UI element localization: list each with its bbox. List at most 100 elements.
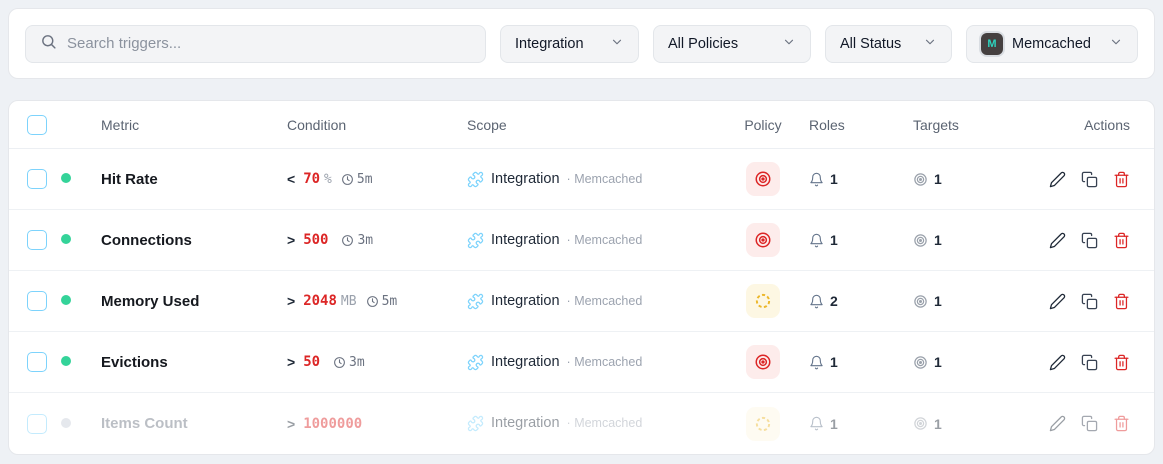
condition-operator: >	[287, 354, 296, 370]
scope: Integration · Memcached	[467, 354, 721, 371]
dropdown-memcached[interactable]: M Memcached	[966, 24, 1138, 63]
duplicate-button[interactable]	[1081, 232, 1098, 249]
dropdown-all-policies-label: All Policies	[668, 35, 739, 52]
delete-button[interactable]	[1113, 415, 1130, 432]
condition-value: 70	[303, 171, 321, 187]
condition-value: 500	[303, 232, 329, 248]
policy-badge[interactable]	[746, 223, 780, 257]
dashed-circle-icon	[755, 416, 771, 431]
row-checkbox[interactable]	[27, 169, 47, 189]
memcached-logo-icon: M	[981, 32, 1004, 55]
condition-value: 50	[303, 354, 321, 370]
dropdown-all-policies[interactable]: All Policies	[653, 24, 812, 63]
clock-icon	[341, 234, 354, 247]
bell-icon	[809, 172, 824, 187]
delete-button[interactable]	[1113, 354, 1130, 371]
copy-icon	[1081, 171, 1098, 191]
targets: 1	[887, 232, 999, 248]
scope-sub: · Memcached	[566, 416, 643, 430]
condition-value: 1000000	[303, 415, 363, 432]
target-disc-icon	[755, 171, 771, 187]
edit-button[interactable]	[1049, 232, 1066, 249]
table-row: Connections > 500 3m Integration · Memca…	[9, 210, 1154, 271]
select-all-checkbox[interactable]	[27, 114, 47, 135]
column-header-condition: Condition	[287, 116, 347, 133]
dropdown-all-status[interactable]: All Status	[825, 24, 953, 63]
scope-type: Integration	[491, 353, 560, 370]
condition-unit: MB	[340, 293, 357, 309]
edit-button[interactable]	[1049, 415, 1066, 432]
scope-sub: · Memcached	[566, 232, 643, 247]
trash-icon	[1113, 354, 1130, 374]
edit-button[interactable]	[1049, 354, 1066, 371]
delete-button[interactable]	[1113, 171, 1130, 188]
targets: 1	[887, 293, 999, 309]
scope-type: Integration	[491, 415, 560, 431]
condition-operator: >	[287, 415, 296, 432]
targets: 1	[887, 354, 999, 370]
delete-button[interactable]	[1113, 293, 1130, 310]
row-checkbox[interactable]	[27, 413, 47, 434]
policy-badge[interactable]	[746, 162, 780, 196]
table-row: Evictions > 50 3m Integration · Memcache…	[9, 332, 1154, 393]
trash-icon	[1113, 293, 1130, 313]
condition: > 1000000	[287, 416, 467, 432]
delete-button[interactable]	[1113, 232, 1130, 249]
clock-icon	[341, 173, 354, 186]
metric-name: Evictions	[101, 353, 168, 371]
column-header-targets: Targets	[913, 116, 959, 133]
column-header-policy: Policy	[744, 116, 782, 133]
row-checkbox[interactable]	[27, 230, 47, 250]
policy-badge[interactable]	[746, 284, 780, 318]
policy-badge[interactable]	[746, 345, 780, 379]
dropdown-all-status-label: All Status	[840, 35, 902, 52]
roles-count: 1	[830, 171, 838, 187]
column-header-metric: Metric	[101, 116, 140, 133]
dropdown-memcached-label: Memcached	[1012, 35, 1091, 52]
trash-icon	[1113, 415, 1130, 435]
bullseye-icon	[913, 233, 928, 248]
status-dot	[61, 173, 71, 183]
edit-button[interactable]	[1049, 293, 1066, 310]
condition-window: 3m	[333, 355, 365, 370]
scope-type: Integration	[491, 170, 560, 187]
condition-value: 2048	[303, 293, 337, 309]
dropdown-integration[interactable]: Integration	[500, 24, 640, 63]
edit-button[interactable]	[1049, 171, 1066, 188]
condition-operator: >	[287, 293, 296, 309]
pencil-icon	[1049, 293, 1066, 313]
column-header-actions: Actions	[1084, 116, 1130, 133]
integration-icon	[467, 171, 484, 188]
roles: 1	[805, 354, 887, 370]
search-box[interactable]	[25, 24, 487, 63]
row-checkbox[interactable]	[27, 291, 47, 311]
target-disc-icon	[755, 354, 771, 370]
integration-icon	[467, 293, 484, 310]
targets: 1	[887, 171, 999, 187]
row-checkbox[interactable]	[27, 352, 47, 372]
chevron-down-icon	[782, 35, 796, 53]
bell-icon	[809, 233, 824, 248]
duplicate-button[interactable]	[1081, 415, 1098, 432]
integration-icon	[467, 354, 484, 371]
scope-type: Integration	[491, 292, 560, 309]
scope-type: Integration	[491, 231, 560, 248]
copy-icon	[1081, 293, 1098, 313]
duplicate-button[interactable]	[1081, 354, 1098, 371]
duplicate-button[interactable]	[1081, 171, 1098, 188]
clock-icon	[333, 356, 346, 369]
trash-icon	[1113, 171, 1130, 191]
target-disc-icon	[755, 232, 771, 248]
targets-count: 1	[934, 232, 942, 248]
policy-badge[interactable]	[746, 406, 780, 441]
chevron-down-icon	[1109, 35, 1123, 53]
scope: Integration · Memcached	[467, 171, 721, 188]
condition-operator: <	[287, 171, 296, 187]
search-input[interactable]	[67, 35, 472, 52]
table-row: Hit Rate < 70 % 5m Integration · Memcach…	[9, 149, 1154, 210]
bullseye-icon	[913, 416, 928, 431]
status-dot	[61, 234, 71, 244]
triggers-table: Metric Condition Scope Policy Roles Targ…	[8, 100, 1155, 455]
copy-icon	[1081, 415, 1098, 435]
duplicate-button[interactable]	[1081, 293, 1098, 310]
